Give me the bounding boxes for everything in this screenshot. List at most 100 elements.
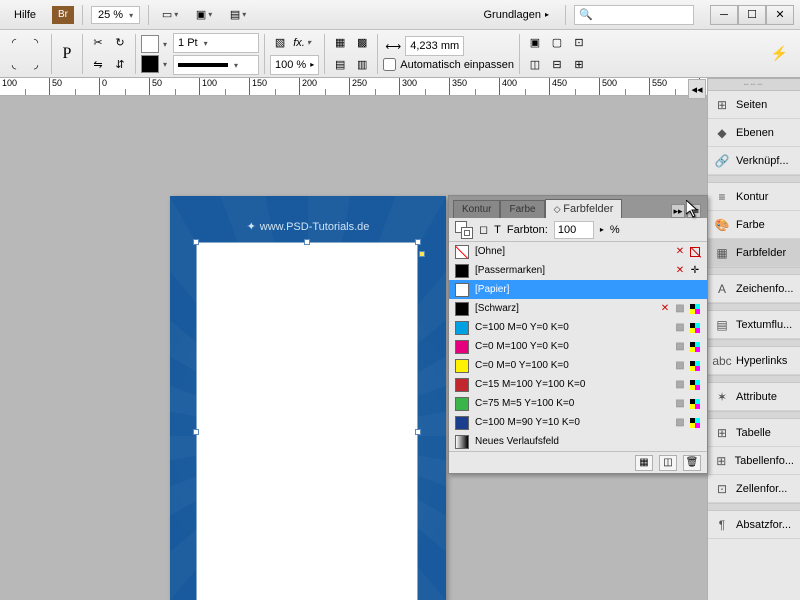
panel-item[interactable]: abcHyperlinks: [708, 347, 800, 375]
flip-v-icon[interactable]: ⇵: [110, 55, 130, 75]
panel-item[interactable]: ⊞Tabelle: [708, 419, 800, 447]
arrange-button[interactable]: ▤: [225, 4, 251, 26]
swatch-chip: [455, 378, 469, 392]
swatch-row[interactable]: C=0 M=0 Y=100 K=0▩: [449, 356, 707, 375]
screen-mode-button[interactable]: ▣: [191, 4, 217, 26]
text-format-icon[interactable]: T: [494, 224, 501, 236]
tint-input[interactable]: [554, 221, 594, 239]
corner-opt-icon[interactable]: ◜: [4, 33, 24, 53]
panel-icon: 🔗: [714, 153, 730, 169]
fill-stroke-toggle[interactable]: [455, 221, 473, 239]
stroke-weight[interactable]: 1 Pt: [173, 33, 259, 53]
panel-item[interactable]: ◆Ebenen: [708, 119, 800, 147]
fit-icon[interactable]: ⊞: [569, 55, 589, 75]
stroke-swatch[interactable]: [141, 55, 159, 73]
swatch-name: [Papier]: [475, 284, 695, 295]
swatch-name: Neues Verlaufsfeld: [475, 436, 695, 447]
panel-item[interactable]: ✶Attribute: [708, 383, 800, 411]
gap-value[interactable]: 4,233 mm: [405, 36, 464, 56]
dock-grip[interactable]: ┄┄┄: [708, 79, 800, 91]
shear-icon[interactable]: ✂: [88, 33, 108, 53]
fit-icon[interactable]: ⊟: [547, 55, 567, 75]
view-options-button[interactable]: ▭: [157, 4, 183, 26]
stroke-style[interactable]: [173, 55, 259, 75]
workspace-switcher[interactable]: Grundlagen▸: [475, 5, 557, 25]
wrap-icon[interactable]: ▦: [330, 33, 350, 53]
ruler-tick: 0: [100, 78, 150, 95]
fit-icon[interactable]: ◫: [525, 55, 545, 75]
panel-item[interactable]: ⊞Seiten: [708, 91, 800, 119]
panel-item[interactable]: 🎨Farbe: [708, 211, 800, 239]
fit-icon[interactable]: ▢: [547, 33, 567, 53]
panel-icon: ⊡: [714, 481, 730, 497]
p-icon[interactable]: P: [57, 44, 77, 64]
locked-icon: ✕: [674, 246, 686, 258]
panel-label: Kontur: [736, 191, 768, 203]
swatch-chip: [455, 340, 469, 354]
search-input[interactable]: 🔍: [574, 5, 694, 25]
tab-kontur[interactable]: Kontur: [453, 200, 500, 218]
tint-unit: %: [610, 224, 620, 236]
ruler-tick: 50: [50, 78, 100, 95]
swatch-name: [Schwarz]: [475, 303, 653, 314]
new-swatch-button[interactable]: ◫: [659, 455, 677, 471]
tab-farbe[interactable]: Farbe: [500, 200, 544, 218]
bridge-button[interactable]: Br: [52, 6, 74, 24]
opacity[interactable]: 100 %▸: [270, 55, 319, 75]
minimize-button[interactable]: ─: [710, 5, 738, 25]
selected-frame[interactable]: [196, 242, 418, 600]
swatch-row[interactable]: C=100 M=0 Y=0 K=0▩: [449, 318, 707, 337]
zoom-level[interactable]: 25 %: [91, 6, 140, 24]
corner-opt-icon[interactable]: ◟: [4, 55, 24, 75]
autofit-checkbox[interactable]: [383, 58, 396, 71]
corner-opt-icon[interactable]: ◝: [26, 33, 46, 53]
swatch-row[interactable]: [Ohne]✕: [449, 242, 707, 261]
global-icon: ▩: [674, 303, 686, 315]
panel-item[interactable]: ⊡ Zellenfor...: [708, 475, 800, 503]
panel-label: Seiten: [736, 99, 767, 111]
panel-label: Zellenfor...: [736, 483, 787, 495]
container-format-icon[interactable]: ◻: [479, 223, 488, 236]
maximize-button[interactable]: ☐: [738, 5, 766, 25]
wrap-icon[interactable]: ▥: [352, 55, 372, 75]
panel-item[interactable]: ≡Kontur: [708, 183, 800, 211]
quick-apply-icon[interactable]: ⚡: [771, 45, 796, 62]
fit-icon[interactable]: ⊡: [569, 33, 589, 53]
tab-farbfelder[interactable]: ◇ Farbfelder: [545, 199, 623, 218]
panel-item[interactable]: AZeichenfo...: [708, 275, 800, 303]
corner-opt-icon[interactable]: ◞: [26, 55, 46, 75]
swatch-row[interactable]: C=0 M=100 Y=0 K=0▩: [449, 337, 707, 356]
panel-item[interactable]: ⊞Tabellenfo...: [708, 447, 800, 475]
flip-h-icon[interactable]: ⇋: [88, 55, 108, 75]
swatch-row[interactable]: [Schwarz]✕▩: [449, 299, 707, 318]
drop-shadow-icon[interactable]: ▧: [270, 33, 290, 53]
swatch-row[interactable]: [Papier]: [449, 280, 707, 299]
panel-item[interactable]: ¶Absatzfor...: [708, 511, 800, 539]
ruler-tick: 100: [0, 78, 50, 95]
delete-swatch-button[interactable]: 🗑: [683, 455, 701, 471]
swatch-row[interactable]: C=75 M=5 Y=100 K=0▩: [449, 394, 707, 413]
fit-icon[interactable]: ▣: [525, 33, 545, 53]
swatch-row[interactable]: Neues Verlaufsfeld: [449, 432, 707, 451]
help-menu[interactable]: Hilfe: [6, 5, 44, 25]
swatch-view-button[interactable]: ▦: [635, 455, 653, 471]
swatch-row[interactable]: C=100 M=90 Y=10 K=0▩: [449, 413, 707, 432]
swatch-row[interactable]: [Passermarken]✕✛: [449, 261, 707, 280]
collapse-dock-button[interactable]: ◂◂: [688, 79, 706, 99]
panel-label: Tabellenfo...: [735, 455, 794, 467]
panel-collapse-button[interactable]: ▸▸: [671, 204, 685, 218]
panel-item[interactable]: 🔗Verknüpf...: [708, 147, 800, 175]
registration-icon: ✛: [689, 265, 701, 277]
close-button[interactable]: ✕: [766, 5, 794, 25]
wrap-icon[interactable]: ▤: [330, 55, 350, 75]
panel-item[interactable]: ▤Textumflu...: [708, 311, 800, 339]
rotate-icon[interactable]: ↻: [110, 33, 130, 53]
document-page[interactable]: ✦www.PSD-Tutorials.de: [170, 196, 446, 600]
fill-swatch[interactable]: [141, 35, 159, 53]
gap-icon[interactable]: ⟷: [383, 36, 403, 56]
swatch-row[interactable]: C=15 M=100 Y=100 K=0▩: [449, 375, 707, 394]
panel-menu-button[interactable]: ▾≡: [687, 204, 701, 218]
fx-button[interactable]: fx.: [292, 33, 312, 53]
panel-item[interactable]: ▦Farbfelder: [708, 239, 800, 267]
wrap-icon[interactable]: ▩: [352, 33, 372, 53]
